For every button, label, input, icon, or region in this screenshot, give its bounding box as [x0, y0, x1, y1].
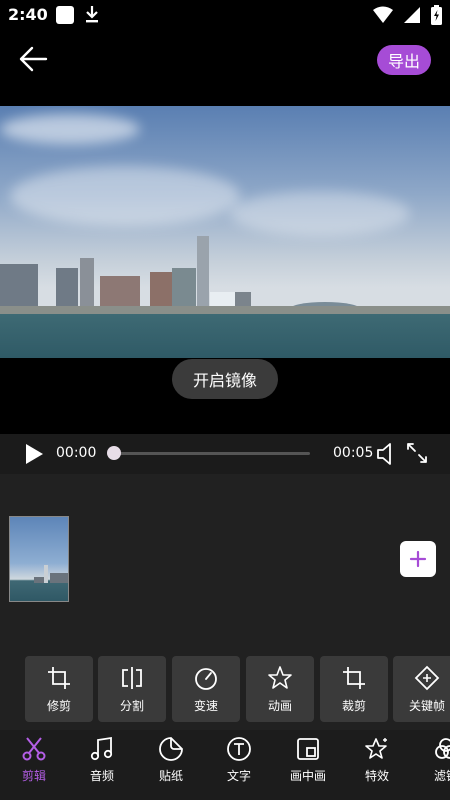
video-building — [100, 276, 140, 308]
tool-trim[interactable]: 修剪 — [25, 656, 93, 722]
nav-item-edit[interactable]: 剪辑 — [6, 736, 62, 792]
current-time: 00:00 — [56, 445, 97, 461]
tool-label: 修剪 — [46, 699, 71, 713]
nav-item-pip[interactable]: 画中画 — [280, 736, 336, 792]
play-icon — [26, 444, 43, 464]
expand-icon — [407, 443, 427, 463]
timeline — [0, 474, 450, 644]
add-clip-button[interactable] — [400, 541, 436, 577]
video-building — [150, 272, 174, 308]
clip-building — [34, 577, 44, 583]
video-building — [197, 236, 209, 308]
video-clip-thumbnail[interactable] — [9, 516, 69, 602]
video-sea — [0, 314, 450, 358]
tool-keyframe[interactable]: 关键帧 — [393, 656, 450, 722]
nav-item-filter[interactable]: 滤镜 — [418, 736, 450, 792]
filter-icon — [435, 738, 450, 759]
volume-button[interactable] — [376, 442, 398, 470]
play-button[interactable] — [24, 443, 44, 469]
progress-track[interactable] — [114, 452, 310, 455]
nav-label: 滤镜 — [433, 769, 450, 783]
nav-label: 特效 — [364, 769, 389, 783]
video-preview[interactable] — [0, 106, 450, 358]
nav-item-sticker[interactable]: 贴纸 — [143, 736, 199, 792]
clip-building — [44, 565, 48, 583]
fullscreen-button[interactable] — [406, 442, 428, 468]
status-bar: 2:40 — [0, 0, 450, 30]
status-indicators — [373, 5, 442, 29]
text-icon — [227, 737, 251, 761]
video-cloud — [10, 166, 240, 226]
signal-icon — [403, 6, 421, 28]
trim-icon — [48, 667, 70, 689]
nav-label: 贴纸 — [158, 769, 183, 783]
status-time: 2:40 — [8, 5, 48, 24]
nav-item-audio[interactable]: 音频 — [74, 736, 130, 792]
battery-icon — [431, 5, 442, 29]
toast-message: 开启镜像 — [172, 359, 278, 399]
picture-in-picture-icon — [297, 738, 319, 760]
music-note-icon — [90, 736, 113, 761]
scissors-icon — [22, 737, 46, 761]
tool-label: 变速 — [193, 699, 218, 713]
export-button[interactable]: 导出 — [377, 45, 431, 75]
wifi-icon — [373, 6, 393, 28]
tool-crop[interactable]: 裁剪 — [320, 656, 388, 722]
video-cloud — [0, 114, 140, 144]
bottom-nav: 剪辑 音频 贴纸 文字 画中画 特效 滤镜 — [0, 730, 450, 800]
video-building — [172, 268, 196, 308]
video-building — [56, 268, 78, 308]
nav-item-text[interactable]: 文字 — [211, 736, 267, 792]
tool-label: 裁剪 — [341, 699, 366, 713]
arrow-left-icon — [19, 46, 48, 72]
clip-building — [50, 573, 68, 583]
progress-thumb[interactable] — [107, 446, 121, 460]
nav-label: 音频 — [89, 769, 114, 783]
nav-label: 文字 — [226, 769, 251, 783]
tool-speed[interactable]: 变速 — [172, 656, 240, 722]
download-icon — [84, 4, 100, 28]
nav-label: 画中画 — [289, 769, 326, 783]
tool-label: 关键帧 — [408, 699, 445, 713]
app-notification-icon — [56, 6, 74, 24]
top-app-bar: 导出 — [0, 30, 450, 105]
playback-bar: 00:00 00:05 — [0, 434, 450, 474]
tool-label: 动画 — [267, 699, 292, 713]
tool-animation[interactable]: 动画 — [246, 656, 314, 722]
tool-label: 分割 — [119, 699, 144, 713]
video-building — [0, 264, 38, 308]
sticker-icon — [159, 737, 183, 761]
crop-icon — [343, 667, 365, 689]
total-time: 00:05 — [333, 445, 374, 461]
effects-icon — [365, 738, 387, 759]
back-button[interactable] — [16, 44, 50, 74]
tool-split[interactable]: 分割 — [98, 656, 166, 722]
edit-tools-row: 修剪 分割 变速 动画 裁剪 关键帧 — [0, 644, 450, 730]
speed-icon — [195, 668, 217, 690]
nav-label: 剪辑 — [21, 769, 46, 783]
animation-icon — [268, 666, 292, 689]
video-building — [80, 258, 94, 308]
keyframe-icon — [414, 665, 440, 691]
split-icon — [122, 667, 142, 689]
plus-icon — [409, 550, 427, 568]
video-cloud — [230, 191, 410, 236]
volume-icon — [377, 443, 391, 465]
nav-item-effects[interactable]: 特效 — [349, 736, 405, 792]
